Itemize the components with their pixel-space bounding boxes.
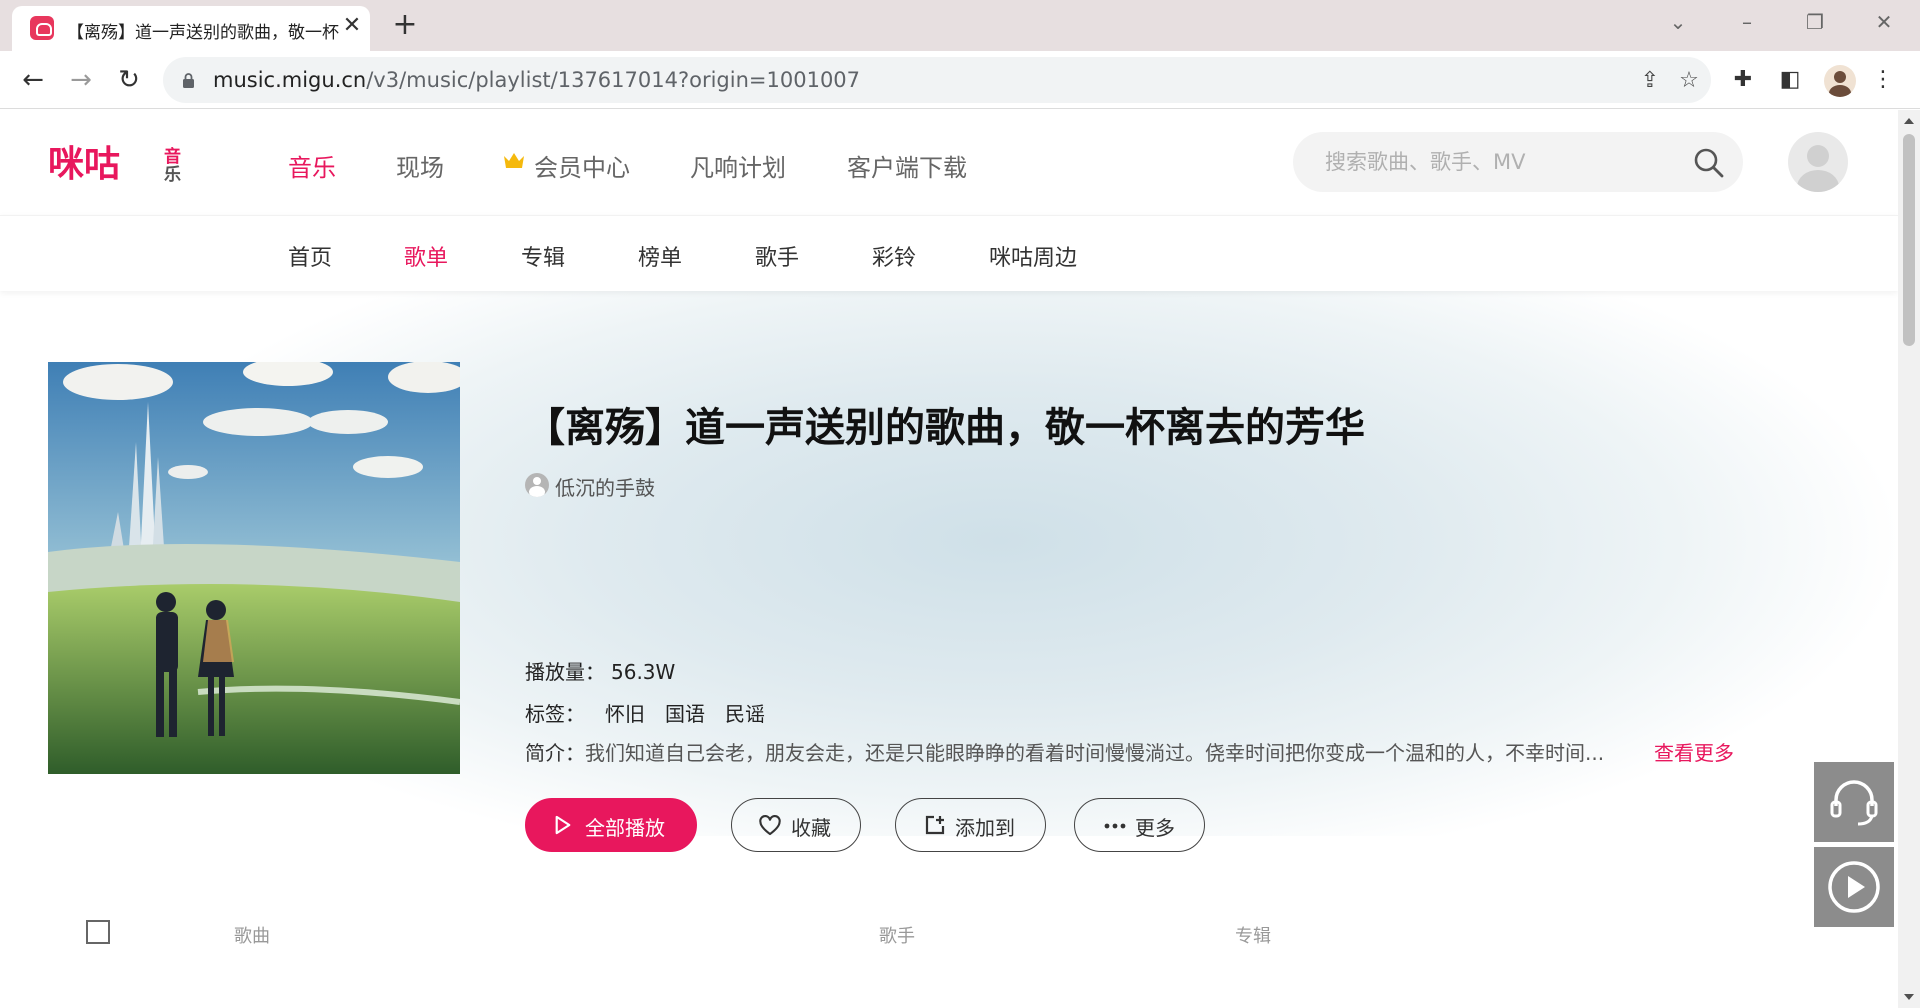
url-text: music.migu.cn/v3/music/playlist/13761701… <box>213 68 860 92</box>
intro-row: 简介：我们知道自己会老，朋友会走，还是只能眼睁睁的看着时间慢慢淌过。侥幸时间把你… <box>525 737 1755 766</box>
intro-label: 简介： <box>525 741 585 765</box>
tab-title: 【离殇】道一声送别的歌曲，敬一杯离去的芳华 <box>67 23 339 43</box>
subnav-singers[interactable]: 歌手 <box>755 240 799 272</box>
intro-text: 我们知道自己会老，朋友会走，还是只能眼睁睁的看着时间慢慢淌过。侥幸时间把你变成一… <box>585 741 1605 765</box>
crown-icon <box>504 153 524 168</box>
side-panel-icon[interactable]: ◧ <box>1775 65 1805 95</box>
kebab-menu-icon[interactable]: ⋮ <box>1868 65 1898 95</box>
tag-item[interactable]: 国语 <box>665 702 705 726</box>
headset-icon <box>1830 780 1878 826</box>
migu-favicon-icon <box>30 16 54 40</box>
user-avatar[interactable] <box>1788 132 1848 192</box>
subnav-playlists[interactable]: 歌单 <box>404 240 448 272</box>
ellipsis-icon <box>1104 823 1126 829</box>
subnav-home[interactable]: 首页 <box>288 240 332 272</box>
add-to-button[interactable]: 添加到 <box>895 798 1046 852</box>
nav-music[interactable]: 音乐 <box>288 148 336 183</box>
lock-icon <box>183 73 194 88</box>
tab-close-icon[interactable]: ✕ <box>340 14 364 38</box>
svg-text:乐: 乐 <box>164 165 181 184</box>
browser-tab-strip: 【离殇】道一声送别的歌曲，敬一杯离去的芳华 ✕ + ⌄ – ❐ ✕ <box>0 0 1920 51</box>
favorite-label: 收藏 <box>791 818 831 840</box>
add-to-icon <box>925 815 945 835</box>
user-icon <box>525 473 549 497</box>
search-box <box>1293 132 1743 192</box>
more-label: 更多 <box>1135 818 1175 840</box>
select-all-checkbox[interactable] <box>86 920 110 944</box>
playlist-cover-image[interactable] <box>48 362 460 774</box>
search-icon[interactable] <box>1693 147 1725 179</box>
nav-live[interactable]: 现场 <box>396 148 444 183</box>
nav-client-download[interactable]: 客户端下载 <box>847 148 967 183</box>
browser-toolbar: ← → ↻ music.migu.cn/v3/music/playlist/13… <box>0 51 1920 109</box>
column-singer: 歌手 <box>879 926 915 947</box>
share-icon[interactable]: ⇪ <box>1636 67 1664 95</box>
subnav-charts[interactable]: 榜单 <box>638 240 682 272</box>
site-header: 咪咕 音 乐 音乐 现场 会员中心 凡响计划 客户端下载 <box>0 110 1898 215</box>
minimize-icon[interactable]: – <box>1729 8 1765 36</box>
tags-label: 标签： <box>525 702 585 726</box>
migu-logo[interactable]: 咪咕 音 乐 <box>48 140 188 184</box>
author-name[interactable]: 低沉的手鼓 <box>555 472 655 501</box>
column-song: 歌曲 <box>234 926 270 947</box>
page-scrollbar[interactable] <box>1898 110 1920 1008</box>
subnav-albums[interactable]: 专辑 <box>521 240 565 272</box>
address-bar[interactable]: music.migu.cn/v3/music/playlist/13761701… <box>163 57 1711 103</box>
scrollbar-thumb[interactable] <box>1903 134 1915 346</box>
url-path: /v3/music/playlist/137617014?origin=1001… <box>366 68 861 92</box>
forward-icon[interactable]: → <box>65 64 97 96</box>
url-host: music.migu.cn <box>213 68 367 92</box>
play-count-value: 56.3W <box>611 660 676 684</box>
scroll-down-arrow-icon[interactable] <box>1904 994 1914 1000</box>
back-icon[interactable]: ← <box>17 64 49 96</box>
heart-icon <box>759 815 781 836</box>
playlist-hero: 【离殇】道一声送别的歌曲，敬一杯离去的芳华 低沉的手鼓 播放量： 56.3W 标签… <box>0 291 1898 852</box>
play-all-button[interactable]: 全部播放 <box>525 798 697 852</box>
tag-item[interactable]: 民谣 <box>725 702 765 726</box>
more-button[interactable]: 更多 <box>1074 798 1205 852</box>
play-icon <box>555 815 571 835</box>
search-input[interactable] <box>1293 132 1673 192</box>
column-album: 专辑 <box>1235 926 1271 947</box>
play-count-row: 播放量： 56.3W <box>525 656 675 685</box>
subnav-ringtones[interactable]: 彩铃 <box>872 240 916 272</box>
playlist-title: 【离殇】道一声送别的歌曲，敬一杯离去的芳华 <box>525 405 1365 451</box>
add-to-label: 添加到 <box>955 818 1015 840</box>
tags-row: 标签： 怀旧 国语 民谣 <box>525 698 765 727</box>
subnav-migu-merch[interactable]: 咪咕周边 <box>989 240 1077 272</box>
nav-vip-center[interactable]: 会员中心 <box>534 148 630 183</box>
bookmark-star-icon[interactable]: ☆ <box>1675 67 1703 95</box>
song-list-header: 歌曲 歌手 专辑 <box>0 910 1898 970</box>
tag-item[interactable]: 怀旧 <box>605 702 645 726</box>
svg-text:咪咕: 咪咕 <box>48 144 120 184</box>
customer-service-button[interactable] <box>1814 762 1894 842</box>
page-viewport: 咪咕 音 乐 音乐 现场 会员中心 凡响计划 客户端下载 首页 歌单 专辑 榜单… <box>0 110 1898 1008</box>
scroll-up-arrow-icon[interactable] <box>1904 118 1914 124</box>
new-tab-icon[interactable]: + <box>390 10 420 41</box>
extensions-puzzle-icon[interactable]: ✚ <box>1728 65 1758 95</box>
play-count-label: 播放量： <box>525 660 605 684</box>
see-more-link[interactable]: 查看更多 <box>1654 741 1734 765</box>
restore-icon[interactable]: ❐ <box>1797 8 1833 36</box>
window-close-icon[interactable]: ✕ <box>1866 8 1902 36</box>
reload-icon[interactable]: ↻ <box>113 64 145 96</box>
sub-navigation: 首页 歌单 专辑 榜单 歌手 彩铃 咪咕周边 <box>0 215 1898 291</box>
browser-tab[interactable]: 【离殇】道一声送别的歌曲，敬一杯离去的芳华 ✕ <box>12 6 370 51</box>
play-all-label: 全部播放 <box>585 818 665 840</box>
svg-text:音: 音 <box>164 146 181 167</box>
tab-search-chevron-icon[interactable]: ⌄ <box>1660 8 1696 36</box>
profile-avatar-icon[interactable] <box>1824 65 1856 97</box>
favorite-button[interactable]: 收藏 <box>731 798 861 852</box>
nav-fanxiang-plan[interactable]: 凡响计划 <box>690 148 786 183</box>
